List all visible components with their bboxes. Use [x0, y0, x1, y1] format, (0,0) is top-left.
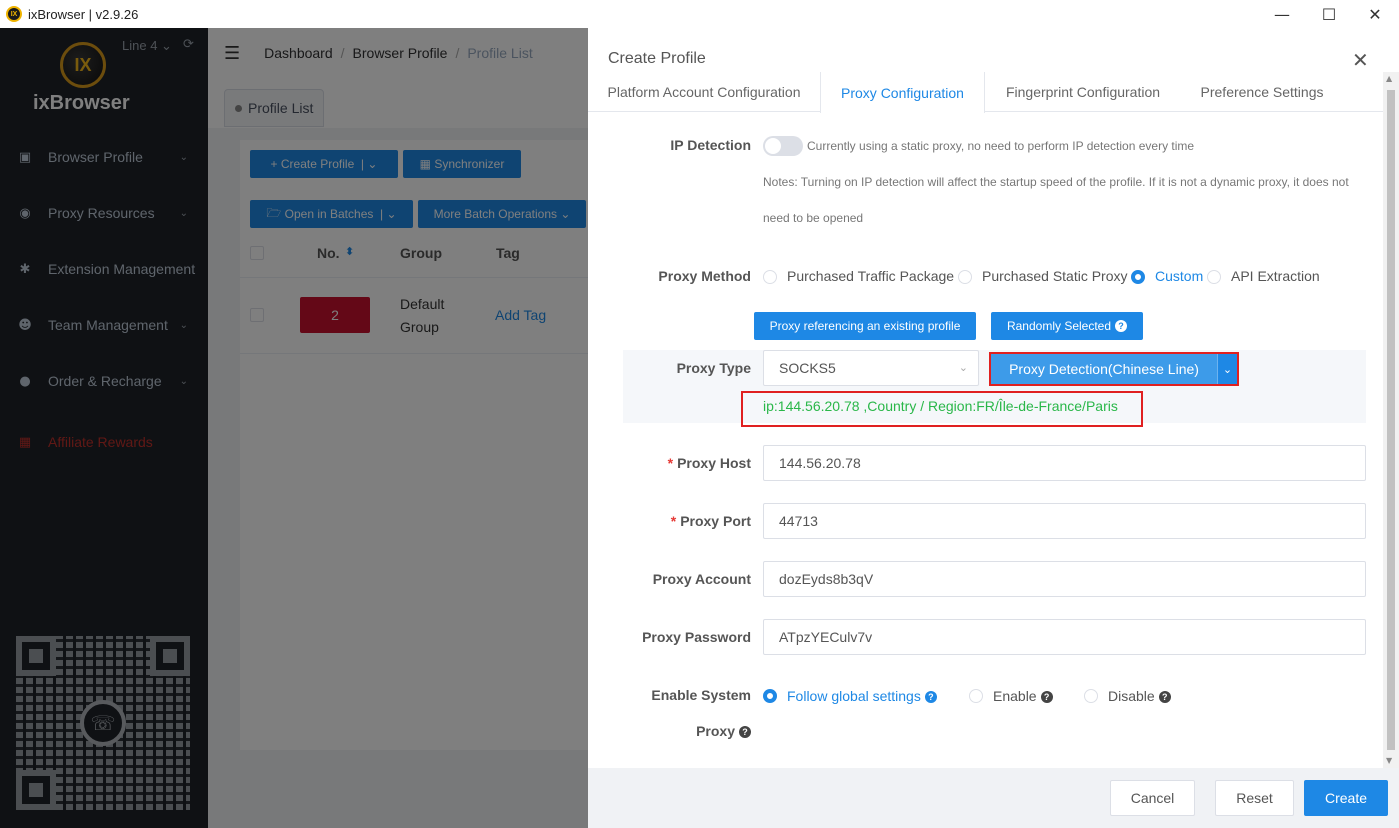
- radio-label[interactable]: Follow global settings?: [787, 688, 937, 704]
- radio-follow-global-settings[interactable]: [763, 689, 777, 703]
- chevron-down-icon: ⌄: [958, 361, 968, 374]
- reference-profile-label: Proxy referencing an existing profile: [769, 319, 961, 333]
- required-icon: *: [670, 513, 677, 529]
- maximize-icon[interactable]: ☐: [1306, 0, 1352, 28]
- enable-text: Enable: [993, 688, 1037, 704]
- proxy-password-input[interactable]: ATpzYECulv7v: [763, 619, 1366, 655]
- proxy-detection-button[interactable]: Proxy Detection(Chinese Line): [991, 354, 1217, 384]
- ip-detection-notes-cont: need to be opened: [763, 211, 864, 225]
- minimize-icon[interactable]: —: [1259, 0, 1305, 28]
- drawer-scrollbar[interactable]: ▲ ▼: [1383, 72, 1399, 768]
- proxy-password-label: Proxy Password: [642, 629, 751, 645]
- proxy-port-input[interactable]: 44713: [763, 503, 1366, 539]
- radio-label[interactable]: Custom: [1155, 268, 1203, 284]
- proxy-host-label-text: Proxy Host: [677, 455, 751, 471]
- proxy-host-input[interactable]: 144.56.20.78: [763, 445, 1366, 481]
- radio-label[interactable]: Purchased Static Proxy: [982, 268, 1128, 284]
- create-button[interactable]: Create: [1304, 780, 1388, 816]
- help-icon[interactable]: ?: [1158, 691, 1171, 704]
- radio-label[interactable]: Purchased Traffic Package: [787, 268, 954, 284]
- create-profile-drawer: Create Profile ✕ Platform Account Config…: [588, 28, 1399, 828]
- radio-label[interactable]: Disable?: [1108, 688, 1171, 704]
- radio-label[interactable]: Enable?: [993, 688, 1053, 704]
- radio-enable[interactable]: [969, 689, 983, 703]
- proxy-host-label: * Proxy Host: [628, 455, 751, 471]
- proxy-password-value: ATpzYECulv7v: [779, 629, 873, 645]
- proxy-type-value: SOCKS5: [779, 360, 836, 376]
- proxy-account-value: dozEyds8b3qV: [779, 571, 874, 587]
- app-logo-icon: IX: [6, 6, 22, 22]
- help-icon[interactable]: ?: [924, 691, 937, 704]
- ip-detection-notes: Notes: Turning on IP detection will affe…: [763, 175, 1349, 189]
- scroll-down-icon[interactable]: ▼: [1386, 756, 1392, 765]
- tab-platform-account-configuration[interactable]: Platform Account Configuration: [588, 72, 820, 112]
- close-icon[interactable]: ✕: [1352, 0, 1398, 28]
- window-titlebar: IX ixBrowser | v2.9.26 — ☐ ✕: [0, 0, 1399, 28]
- radio-disable[interactable]: [1084, 689, 1098, 703]
- proxy-port-label-text: Proxy Port: [680, 513, 751, 529]
- system-proxy-label: Enable System: [651, 687, 751, 703]
- proxy-port-value: 44713: [779, 513, 818, 529]
- tab-preference-settings[interactable]: Preference Settings: [1181, 72, 1343, 112]
- drawer-tabs: Platform Account Configuration Proxy Con…: [588, 72, 1383, 113]
- disable-text: Disable: [1108, 688, 1155, 704]
- scroll-up-icon[interactable]: ▲: [1386, 74, 1392, 83]
- detection-line-dropdown[interactable]: ⌄: [1217, 354, 1237, 384]
- help-icon: ?: [1115, 320, 1128, 332]
- system-proxy-label-cont: Proxy?: [628, 723, 751, 739]
- close-icon[interactable]: ✕: [1352, 48, 1369, 72]
- window-title: ixBrowser | v2.9.26: [28, 6, 139, 22]
- proxy-type-label: Proxy Type: [676, 360, 751, 376]
- radio-label[interactable]: API Extraction: [1231, 268, 1320, 284]
- tab-fingerprint-configuration[interactable]: Fingerprint Configuration: [985, 72, 1181, 112]
- proxy-type-select[interactable]: SOCKS5 ⌄: [763, 350, 979, 386]
- follow-global-settings-text: Follow global settings: [787, 688, 921, 704]
- radio-api-extraction[interactable]: [1207, 270, 1221, 284]
- help-icon[interactable]: ?: [1040, 691, 1053, 704]
- scrollbar-thumb[interactable]: [1387, 90, 1395, 750]
- proxy-account-label: Proxy Account: [652, 571, 751, 587]
- system-proxy-label-text: Proxy: [696, 723, 735, 739]
- detection-result: ip:144.56.20.78 ,Country / Region:FR/Île…: [763, 398, 1118, 414]
- ip-detection-toggle[interactable]: [763, 136, 803, 156]
- chevron-down-icon: ⌄: [1222, 362, 1233, 376]
- randomly-selected-label: Randomly Selected: [1006, 319, 1112, 333]
- radio-custom[interactable]: [1131, 270, 1145, 284]
- tab-proxy-configuration[interactable]: Proxy Configuration: [820, 72, 985, 113]
- drawer-title: Create Profile: [608, 50, 706, 67]
- required-icon: *: [667, 455, 674, 471]
- radio-purchased-static-proxy[interactable]: [958, 270, 972, 284]
- proxy-method-label: Proxy Method: [658, 268, 751, 284]
- randomly-selected-button[interactable]: Randomly Selected?: [991, 312, 1143, 340]
- proxy-detection-label: Proxy Detection(Chinese Line): [1009, 361, 1199, 377]
- help-icon[interactable]: ?: [739, 726, 751, 739]
- proxy-host-value: 144.56.20.78: [779, 455, 861, 471]
- proxy-port-label: * Proxy Port: [628, 513, 751, 529]
- ip-detection-label: IP Detection: [670, 137, 751, 153]
- reset-button[interactable]: Reset: [1215, 780, 1294, 816]
- proxy-detection-button-group: Proxy Detection(Chinese Line) ⌄: [989, 352, 1239, 386]
- cancel-button[interactable]: Cancel: [1110, 780, 1195, 816]
- proxy-account-input[interactable]: dozEyds8b3qV: [763, 561, 1366, 597]
- radio-purchased-traffic-package[interactable]: [763, 270, 777, 284]
- ip-detection-hint: Currently using a static proxy, no need …: [807, 139, 1195, 153]
- reference-profile-button[interactable]: Proxy referencing an existing profile: [754, 312, 976, 340]
